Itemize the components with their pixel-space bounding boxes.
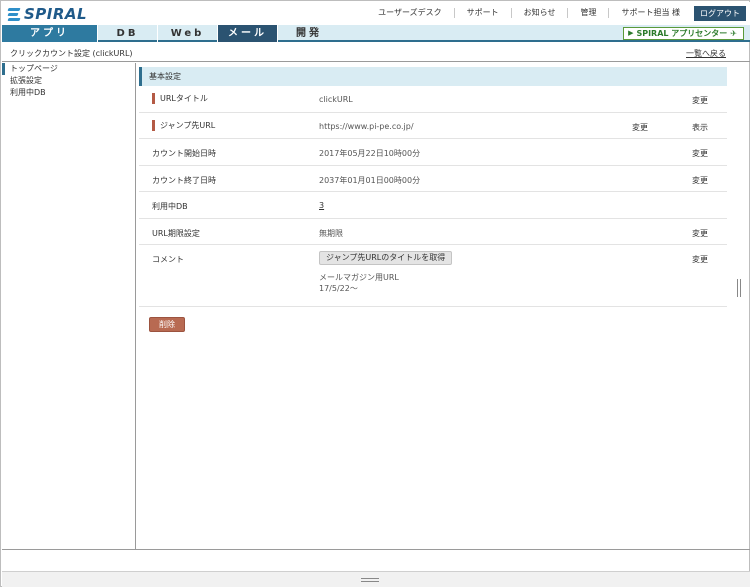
header: SPIRAL ユーザーズデスク サポート お知らせ 管理 サポート担当 様 ログ… — [2, 2, 750, 25]
top-link-support[interactable]: サポート — [455, 8, 512, 18]
divider — [2, 549, 750, 550]
settings-row-db-in-use: 利用中DB 3 — [139, 192, 727, 219]
logout-button[interactable]: ログアウト — [694, 5, 746, 21]
page-header: クリックカウント設定 (clickURL) 一覧へ戻る — [2, 44, 750, 62]
spiral-logo[interactable]: SPIRAL — [7, 5, 88, 23]
row-value: 2017年05月22日10時00分 — [319, 149, 421, 158]
row-label: ジャンプ先URL — [152, 119, 215, 131]
logo-icon — [7, 7, 22, 21]
row-label: カウント開始日時 — [152, 149, 216, 158]
top-link-news[interactable]: お知らせ — [512, 8, 569, 18]
row-label: URL期限設定 — [152, 228, 200, 238]
resize-handle-icon[interactable] — [361, 578, 379, 582]
settings-row-count-start: カウント開始日時 2017年05月22日10時00分 変更 — [139, 139, 727, 166]
view-link[interactable]: 表示 — [692, 122, 708, 133]
top-link-users-desk[interactable]: ユーザーズデスク — [366, 8, 455, 18]
play-icon: ▶ — [628, 29, 634, 37]
sidebar: トップページ 拡張設定 利用中DB — [2, 63, 136, 549]
airplane-icon: ✈ — [730, 29, 737, 38]
row-label: カウント終了日時 — [152, 175, 216, 185]
settings-row-url-title: URLタイトル clickURL 変更 — [139, 86, 727, 113]
sidebar-item-extended-settings[interactable]: 拡張設定 — [2, 75, 135, 87]
settings-row-jump-url: ジャンプ先URL https://www.pi-pe.co.jp/ 変更 表示 — [139, 113, 727, 139]
app-window: SPIRAL ユーザーズデスク サポート お知らせ 管理 サポート担当 様 ログ… — [0, 0, 750, 587]
row-value: clickURL — [319, 95, 353, 104]
vertical-resize-handle[interactable] — [737, 279, 741, 297]
edit-link[interactable]: 変更 — [692, 254, 708, 265]
row-label: コメント — [152, 255, 184, 264]
back-to-list-link[interactable]: 一覧へ戻る — [686, 48, 726, 59]
settings-row-count-end: カウント終了日時 2037年01月01日00時00分 変更 — [139, 166, 727, 192]
edit-link[interactable]: 変更 — [632, 122, 648, 133]
top-link-admin[interactable]: 管理 — [568, 8, 610, 18]
section-title: 基本設定 — [139, 67, 727, 86]
row-value: 無期限 — [319, 228, 343, 238]
top-link-user-name[interactable]: サポート担当 様 — [609, 8, 692, 18]
edit-link[interactable]: 変更 — [692, 228, 708, 239]
app-center-button[interactable]: ▶ SPIRAL アプリセンター ✈ — [623, 27, 744, 40]
settings-row-url-expiry: URL期限設定 無期限 変更 — [139, 219, 727, 245]
edit-link[interactable]: 変更 — [692, 175, 708, 186]
page-title: クリックカウント設定 (clickURL) — [10, 49, 133, 58]
tab-dev[interactable]: 開発 — [278, 25, 340, 42]
comment-text: メールマガジン用URL 17/5/22～ — [319, 273, 399, 293]
edit-link[interactable]: 変更 — [692, 148, 708, 159]
row-value: 2037年01月01日00時00分 — [319, 175, 421, 185]
row-label: 利用中DB — [152, 202, 188, 211]
delete-button[interactable]: 削除 — [149, 317, 185, 332]
logo-text: SPIRAL — [24, 5, 88, 23]
tab-db[interactable]: DB — [98, 25, 158, 42]
db-count-link[interactable]: 3 — [319, 201, 324, 210]
tab-mail[interactable]: メール — [218, 25, 278, 42]
top-links: ユーザーズデスク サポート お知らせ 管理 サポート担当 様 ログアウト — [366, 5, 746, 21]
row-value: https://www.pi-pe.co.jp/ — [319, 121, 414, 131]
main-nav: アプリ DB Web メール 開発 ▶ SPIRAL アプリセンター ✈ — [2, 25, 750, 42]
fetch-title-button[interactable]: ジャンプ先URLのタイトルを取得 — [319, 251, 453, 265]
tab-app[interactable]: アプリ — [2, 25, 98, 42]
sidebar-item-db-in-use[interactable]: 利用中DB — [2, 87, 135, 99]
footer-bar — [2, 571, 750, 587]
settings-row-comment: コメント ジャンプ先URLのタイトルを取得 メールマガジン用URL 17/5/2… — [139, 245, 727, 307]
tab-web[interactable]: Web — [158, 25, 218, 42]
main-content: 基本設定 URLタイトル clickURL 変更 ジャンプ先URL https:… — [139, 67, 727, 307]
row-label: URLタイトル — [152, 93, 208, 104]
edit-link[interactable]: 変更 — [692, 95, 708, 106]
sidebar-item-top[interactable]: トップページ — [2, 63, 135, 75]
app-center-label: SPIRAL アプリセンター — [636, 29, 728, 38]
